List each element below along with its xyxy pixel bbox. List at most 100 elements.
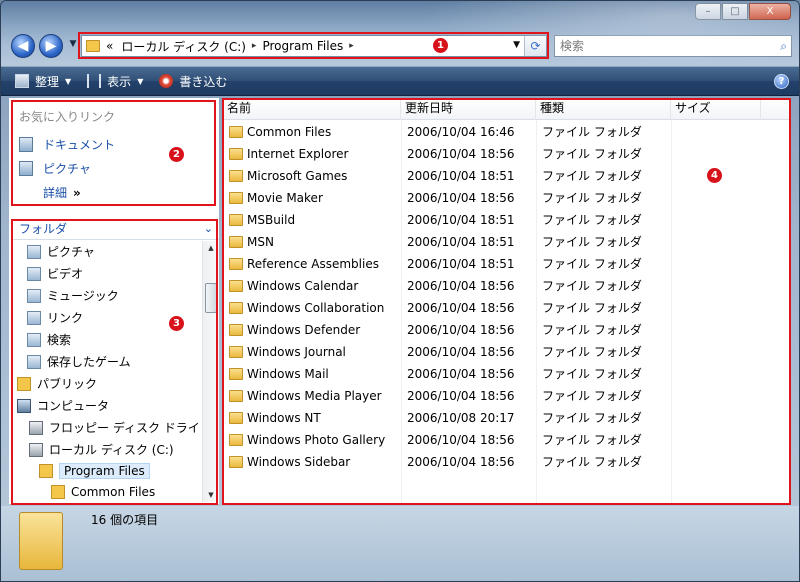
tree-item-label: コンピュータ (37, 399, 110, 413)
search-icon[interactable]: ⌕ (780, 36, 787, 56)
file-type: ファイル フォルダ (542, 301, 642, 315)
file-name-cell: Windows Collaboration (229, 297, 384, 319)
breadcrumb-local-disk[interactable]: ローカル ディスク (C:) (121, 38, 246, 55)
column-name[interactable]: 名前 (223, 98, 401, 120)
file-row[interactable]: Common Files 2006/10/04 16:46 ファイル フォルダ (223, 121, 791, 143)
tree-item-links[interactable]: リンク (27, 309, 83, 326)
tree-item-public[interactable]: パブリック (17, 375, 97, 392)
tree-item-music[interactable]: ミュージック (27, 287, 119, 304)
file-name-cell: Windows Calendar (229, 275, 358, 297)
file-name-cell: MSBuild (229, 209, 295, 231)
recent-pages-dropdown[interactable]: ▼ (67, 39, 79, 53)
forward-arrow-icon: ▶ (45, 38, 57, 54)
minimize-button[interactable]: – (695, 3, 721, 20)
file-row[interactable]: Internet Explorer 2006/10/04 18:56 ファイル フォ… (223, 143, 791, 165)
file-date: 2006/10/08 20:17 (407, 411, 515, 425)
file-name-cell: Windows Photo Gallery (229, 429, 385, 451)
tree-item-saved-games[interactable]: 保存したゲーム (27, 353, 131, 370)
tree-item-program-files[interactable]: Program Files (39, 463, 150, 479)
scroll-down-icon[interactable]: ▼ (203, 488, 219, 502)
burn-label: 書き込む (179, 74, 228, 89)
address-dropdown-icon[interactable]: ▼ (513, 40, 520, 50)
help-icon[interactable]: ? (774, 74, 789, 89)
folder-tree-scrollbar[interactable]: ▲ ▼ (202, 241, 219, 502)
column-headers: 名前 更新日時 種類 サイズ (223, 98, 791, 120)
tree-item-common-files[interactable]: Common Files (51, 485, 155, 499)
tree-item-local-disk[interactable]: ローカル ディスク (C:) (29, 441, 174, 458)
file-row[interactable]: Windows NT 2006/10/08 20:17 ファイル フォルダ (223, 407, 791, 429)
tree-item-videos[interactable]: ビデオ (27, 265, 83, 282)
chevron-down-icon: ⌄ (203, 222, 213, 235)
scroll-up-icon[interactable]: ▲ (203, 241, 219, 255)
refresh-button[interactable]: ⟳ (524, 36, 546, 56)
views-button[interactable]: 表示 ▼ (87, 73, 143, 90)
file-row[interactable]: Windows Photo Gallery 2006/10/04 18:56 ファイ… (223, 429, 791, 451)
file-list: 名前 更新日時 種類 サイズ Common Files 2006/10/04 16… (223, 98, 791, 504)
tree-item-pictures[interactable]: ピクチャ (27, 243, 95, 260)
file-row[interactable]: Windows Journal 2006/10/04 18:56 ファイル フォルダ (223, 341, 791, 363)
burn-button[interactable]: 書き込む (159, 73, 227, 90)
file-row[interactable]: Windows Media Player 2006/10/04 18:56 ファイル… (223, 385, 791, 407)
favorite-pictures[interactable]: ピクチャ (19, 160, 91, 177)
file-name: Windows Photo Gallery (247, 433, 386, 447)
file-row[interactable]: Movie Maker 2006/10/04 18:56 ファイル フォルダ (223, 187, 791, 209)
favorite-links-title: お気に入りリンク (19, 110, 116, 124)
file-date: 2006/10/04 18:51 (407, 213, 515, 227)
column-date[interactable]: 更新日時 (401, 98, 536, 120)
favorite-documents[interactable]: ドキュメント (19, 136, 115, 153)
breadcrumb-separator-icon[interactable]: ▸ (349, 41, 354, 51)
floppy-icon (29, 420, 43, 435)
folder-icon (229, 214, 243, 226)
file-type: ファイル フォルダ (542, 279, 642, 293)
file-row[interactable]: Windows Sidebar 2006/10/04 18:56 ファイル フォルダ (223, 451, 791, 473)
file-date: 2006/10/04 18:56 (407, 191, 515, 205)
file-name: Microsoft Games (247, 169, 348, 183)
tree-item-floppy[interactable]: フロッピー ディスク ドライ (29, 419, 200, 436)
favorite-documents-label: ドキュメント (43, 138, 116, 152)
file-name-cell: Windows Sidebar (229, 451, 350, 473)
scroll-thumb[interactable] (205, 283, 217, 313)
file-type: ファイル フォルダ (542, 235, 642, 249)
maximize-button[interactable]: □ (722, 3, 748, 20)
folder-icon (39, 464, 53, 478)
tree-item-searches[interactable]: 検索 (27, 331, 71, 348)
file-row[interactable]: MSBuild 2006/10/04 18:51 ファイル フォルダ (223, 209, 791, 231)
file-row[interactable]: Windows Collaboration 2006/10/04 18:56 ファイ… (223, 297, 791, 319)
file-row[interactable]: Reference Assemblies 2006/10/04 18:51 ファイル… (223, 253, 791, 275)
file-date: 2006/10/04 18:51 (407, 235, 515, 249)
file-row[interactable]: Windows Mail 2006/10/04 18:56 ファイル フォルダ (223, 363, 791, 385)
folder-icon (229, 324, 243, 336)
annotation-badge-1: 1 (433, 38, 448, 53)
column-size[interactable]: サイズ (671, 98, 761, 120)
file-name: MSBuild (247, 213, 296, 227)
videos-icon (27, 266, 41, 281)
organize-button[interactable]: 整理 ▼ (15, 73, 71, 90)
tree-item-label: リンク (47, 311, 84, 325)
file-row[interactable]: Windows Defender 2006/10/04 18:56 ファイル フォル… (223, 319, 791, 341)
file-row[interactable]: Windows Calendar 2006/10/04 18:56 ファイル フォル… (223, 275, 791, 297)
file-row[interactable]: MSN 2006/10/04 18:51 ファイル フォルダ (223, 231, 791, 253)
favorites-more-link[interactable]: 詳細 » (43, 184, 81, 201)
address-overflow-chevron[interactable]: « (106, 39, 113, 53)
breadcrumb-program-files[interactable]: Program Files (262, 39, 343, 53)
views-icon (87, 74, 102, 88)
annotation-badge-2: 2 (169, 147, 184, 162)
folder-icon (229, 412, 243, 424)
file-date: 2006/10/04 18:51 (407, 169, 515, 183)
address-bar[interactable]: « ローカル ディスク (C:) ▸ Program Files ▸ ▼ ⟳ (81, 35, 547, 57)
title-bar: – □ X ◀ ▶ ▼ « ローカル ディスク (C:) ▸ Program F… (1, 1, 799, 73)
breadcrumb-separator-icon[interactable]: ▸ (252, 41, 257, 51)
folders-header[interactable]: フォルダ ⌄ (13, 219, 219, 240)
close-button[interactable]: X (749, 3, 791, 20)
file-type: ファイル フォルダ (542, 125, 642, 139)
favorite-links: お気に入りリンク ドキュメント ピクチャ 詳細 » (13, 100, 217, 204)
file-row[interactable]: Microsoft Games 2006/10/04 18:51 ファイル フォルダ (223, 165, 791, 187)
item-count: 16 個の項目 (91, 513, 159, 527)
tree-item-computer[interactable]: コンピュータ (17, 397, 109, 414)
back-button[interactable]: ◀ (11, 34, 35, 58)
search-input[interactable]: 検索 ⌕ (554, 35, 792, 57)
forward-button[interactable]: ▶ (39, 34, 63, 58)
column-type[interactable]: 種類 (536, 98, 671, 120)
folder-tree: フォルダ ⌄ ピクチャ ビデオ ミュージック リンク 検索 保存したゲーム パブ… (13, 219, 219, 502)
file-name: Windows Media Player (247, 389, 382, 403)
